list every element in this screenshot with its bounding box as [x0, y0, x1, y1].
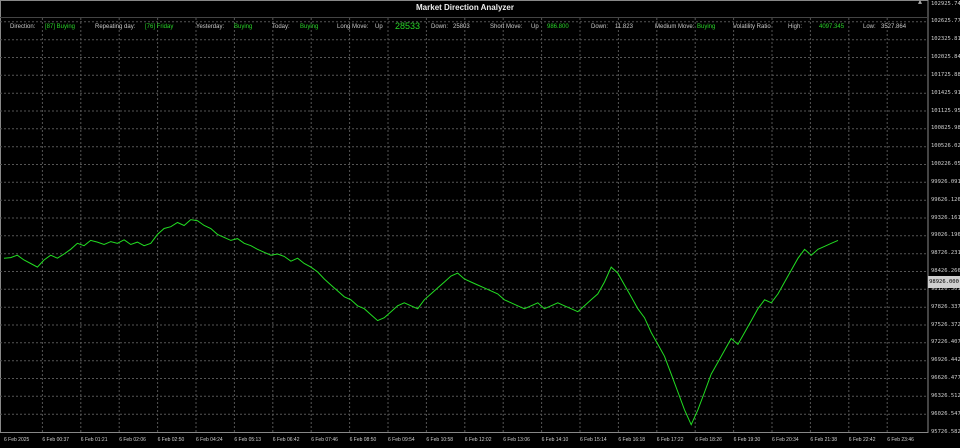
x-tick-label: 6 Feb 07:46	[311, 437, 338, 443]
x-tick-label: 6 Feb 23:46	[887, 437, 914, 443]
low-value: 3527.864	[881, 24, 907, 30]
y-tick-label: 102025.845	[931, 54, 960, 60]
x-tick-label: 6 Feb 01:21	[80, 437, 108, 443]
today-label: Today:	[272, 24, 290, 30]
short-down-value: 11.823	[615, 24, 633, 30]
repeating-value: [76] Friday	[145, 24, 174, 30]
y-tick-label: 98426.266	[931, 268, 960, 274]
y-tick-label: 102325.810	[931, 36, 960, 43]
x-tick-label: 6 Feb 15:14	[580, 437, 607, 443]
y-tick-label: 101425.915	[931, 89, 960, 96]
short-move-label: Short Move:	[490, 24, 523, 30]
short-up-value: 986.800	[547, 24, 569, 30]
y-tick-label: 100825.985	[931, 125, 960, 132]
short-down-label: Down:	[591, 24, 609, 30]
x-tick-label: 6 Feb 06:42	[272, 437, 300, 443]
long-up-value: 28533	[395, 21, 421, 31]
y-tick-label: 100226.056	[931, 161, 960, 167]
y-tick-label: 102625.775	[931, 18, 960, 25]
x-tick-label: 6 Feb 13:06	[503, 437, 530, 443]
x-tick-label: 6 Feb 09:54	[388, 437, 415, 443]
x-tick-label: 6 Feb 17:22	[656, 437, 684, 443]
y-tick-label: 102925.740	[931, 0, 960, 7]
y-tick-label: 100526.021	[931, 143, 960, 150]
y-tick-label: 99326.161	[931, 214, 960, 221]
x-tick-label: 6 Feb 21:38	[810, 437, 838, 443]
long-down-value: 25803	[453, 24, 470, 30]
y-tick-label: 99626.126	[931, 196, 960, 203]
long-move-label: Long Move:	[337, 24, 369, 30]
x-tick-label: 6 Feb 18:26	[695, 437, 722, 443]
y-tick-label: 96626.477	[931, 375, 960, 381]
y-tick-label: 97826.337	[931, 303, 960, 310]
x-tick-label: 6 Feb 2025	[4, 437, 30, 443]
x-tick-label: 6 Feb 16:18	[618, 437, 646, 443]
long-down-label: Down:	[431, 24, 449, 30]
y-tick-label: 96926.442	[931, 357, 960, 364]
x-tick-label: 6 Feb 22:42	[848, 437, 876, 443]
y-tick-label: 97226.407	[931, 339, 960, 346]
long-up-label: Up	[375, 24, 383, 30]
x-tick-label: 6 Feb 04:24	[196, 437, 223, 443]
price-series-line	[3, 219, 839, 426]
info-bar: Direction: [87] Buying Repeating day: [7…	[0, 21, 912, 34]
repeating-label: Repeating day:	[95, 24, 136, 30]
direction-value: [87] Buying	[45, 24, 76, 30]
y-tick-label: 99026.196	[931, 232, 960, 239]
yesterday-value: Buying	[234, 24, 253, 30]
x-tick-label: 6 Feb 20:34	[772, 437, 799, 443]
x-tick-label: 6 Feb 05:13	[234, 437, 262, 443]
chart-frame	[0, 0, 929, 433]
high-label: High:	[788, 24, 803, 30]
medium-move-value: Buying	[697, 24, 716, 30]
x-tick-label: 6 Feb 00:37	[42, 437, 70, 443]
x-tick-label: 6 Feb 02:06	[119, 437, 146, 443]
short-up-label: Up	[531, 24, 539, 30]
y-tick-label: 97526.372	[931, 321, 960, 328]
x-tick-label: 6 Feb 02:50	[157, 437, 185, 443]
today-value: Buying	[300, 24, 319, 30]
high-value: 4097.345	[819, 24, 845, 30]
chart-grid	[0, 0, 929, 433]
y-tick-label: 98126.301	[931, 285, 960, 292]
x-tick-label: 6 Feb 08:50	[349, 437, 377, 443]
y-tick-label: 101725.880	[931, 71, 960, 78]
yesterday-label: Yesterday:	[196, 24, 225, 30]
y-tick-label: 101125.950	[931, 107, 960, 114]
x-tick-label: 6 Feb 12:02	[464, 437, 492, 443]
y-tick-label: 99926.091	[931, 178, 960, 185]
volatility-label: Volatility Ratio	[733, 24, 771, 30]
x-tick-label: 6 Feb 10:58	[426, 437, 454, 443]
y-tick-label: 95726.582	[931, 428, 960, 435]
window-title: Market Direction Analyzer	[416, 3, 514, 12]
caret-up-icon[interactable]: ▴	[918, 0, 922, 6]
y-tick-label: 98726.231	[931, 250, 960, 257]
direction-label: Direction:	[10, 24, 36, 30]
y-tick-label: 96326.512	[931, 392, 960, 399]
x-tick-label: 6 Feb 19:30	[733, 437, 761, 443]
price-chart[interactable]	[0, 0, 960, 448]
y-tick-label: 96026.547	[931, 410, 960, 417]
medium-move-label: Medium Move:	[655, 24, 695, 30]
x-tick-label: 6 Feb 14:10	[541, 437, 569, 443]
low-label: Low:	[863, 24, 876, 30]
